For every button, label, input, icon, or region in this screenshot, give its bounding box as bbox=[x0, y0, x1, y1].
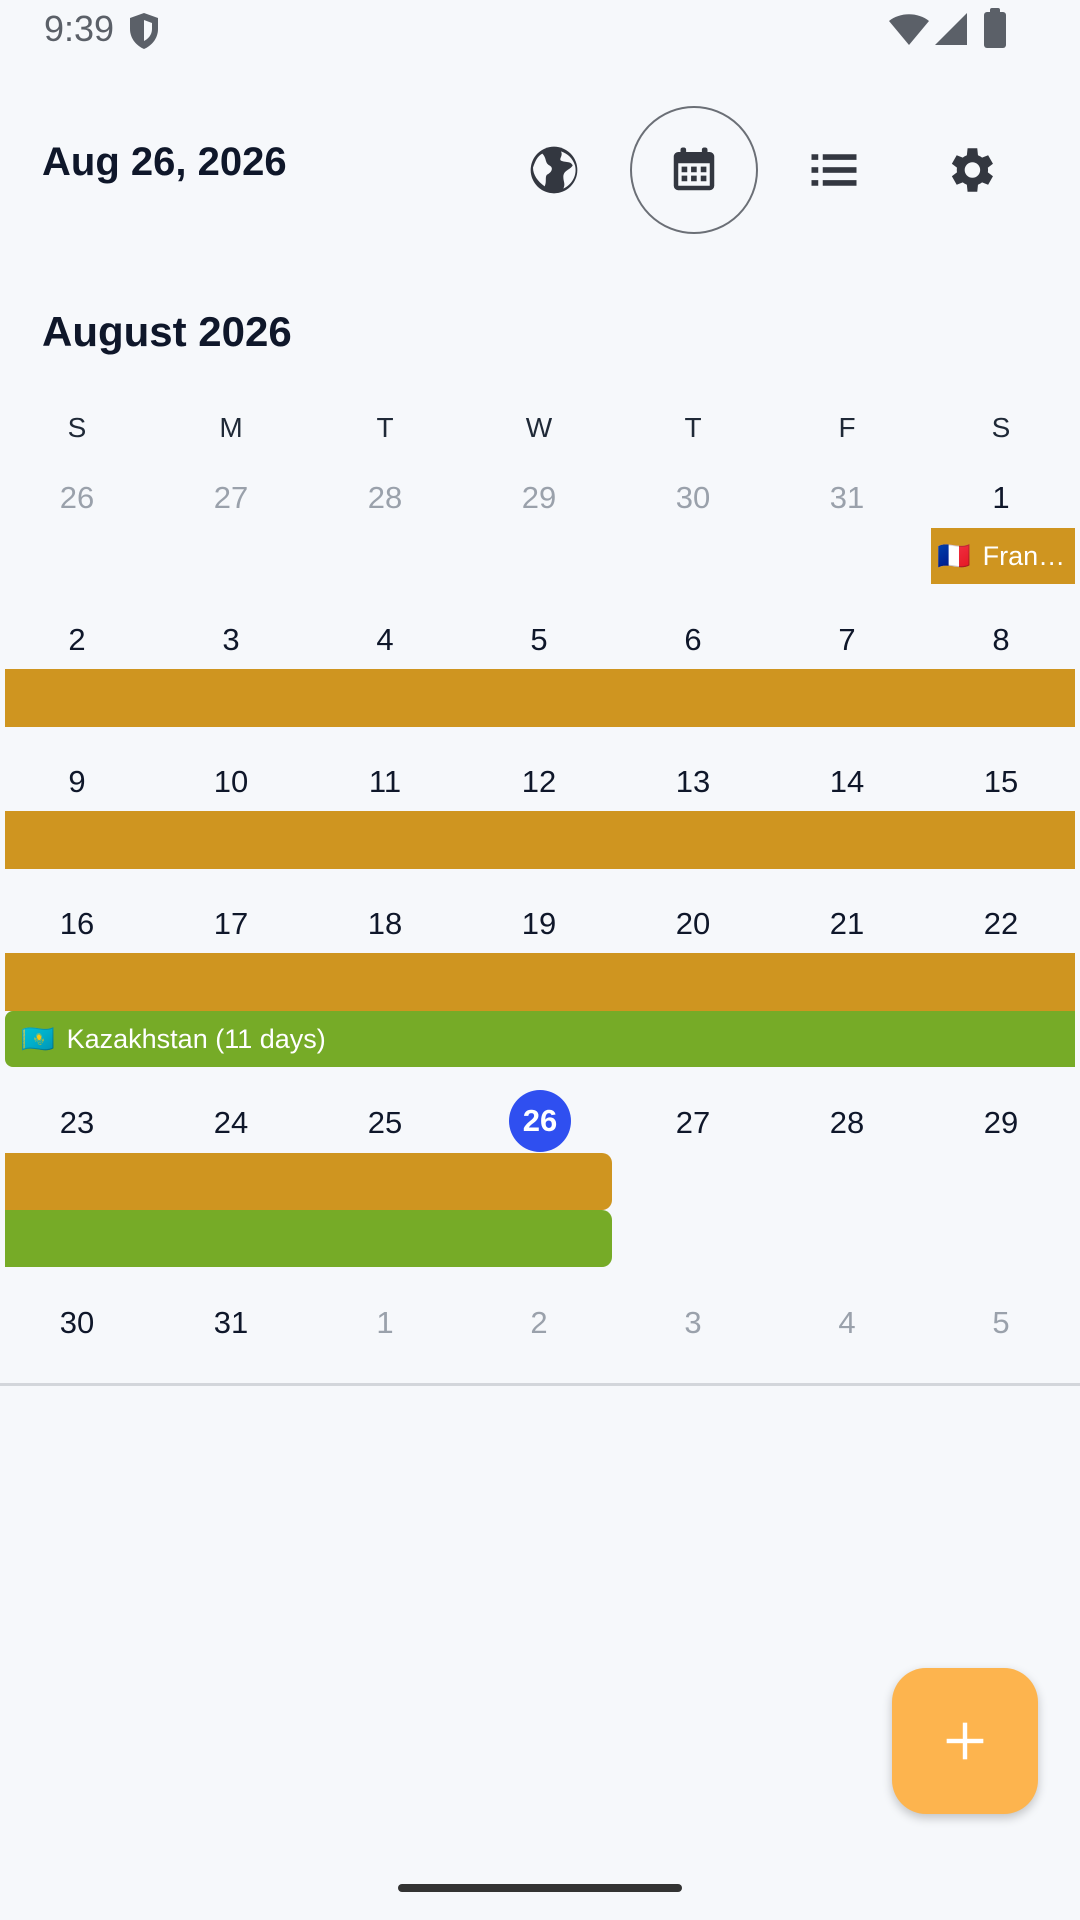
calendar-day[interactable]: 26 bbox=[0, 480, 154, 516]
calendar-day[interactable]: 31 bbox=[770, 480, 924, 516]
calendar-day[interactable]: 4 bbox=[770, 1305, 924, 1341]
calendar-day[interactable]: 2 bbox=[0, 622, 154, 658]
calendar-day[interactable]: 31 bbox=[154, 1305, 308, 1341]
calendar-day[interactable]: 14 bbox=[770, 764, 924, 800]
calendar-day[interactable]: 23 bbox=[0, 1105, 154, 1141]
calendar-day[interactable]: 25 bbox=[308, 1105, 462, 1141]
calendar-day[interactable]: 20 bbox=[616, 906, 770, 942]
weekday-label: F bbox=[838, 412, 856, 443]
calendar-day[interactable]: 27 bbox=[616, 1105, 770, 1141]
calendar-day[interactable]: 8 bbox=[924, 622, 1078, 658]
calendar-day[interactable]: 7 bbox=[770, 622, 924, 658]
wifi-icon bbox=[889, 14, 929, 45]
event-bar-france[interactable] bbox=[5, 1153, 612, 1210]
calendar-day[interactable]: 4 bbox=[308, 622, 462, 658]
calendar-day[interactable]: 15 bbox=[924, 764, 1078, 800]
status-time: 9:39 bbox=[44, 8, 115, 49]
france-flag-icon: 🇫🇷 bbox=[937, 541, 971, 571]
calendar-day[interactable]: 1 bbox=[924, 480, 1078, 516]
calendar-day[interactable]: 24 bbox=[154, 1105, 308, 1141]
shield-icon bbox=[130, 13, 158, 49]
signal-icon bbox=[935, 13, 967, 45]
calendar-day[interactable]: 1 bbox=[308, 1305, 462, 1341]
today-indicator[interactable]: 26 bbox=[509, 1090, 571, 1152]
calendar-day[interactable]: 28 bbox=[770, 1105, 924, 1141]
calendar-day[interactable]: 13 bbox=[616, 764, 770, 800]
calendar-day[interactable]: 6 bbox=[616, 622, 770, 658]
event-bar-france[interactable] bbox=[5, 953, 1075, 1011]
weekday-label: T bbox=[376, 412, 394, 443]
event-bar-france[interactable] bbox=[5, 811, 1075, 869]
header-date: Aug 26, 2026 bbox=[42, 140, 287, 184]
event-bar-france[interactable]: 🇫🇷 Fran… bbox=[931, 528, 1075, 584]
kazakhstan-flag-icon: 🇰🇿 bbox=[21, 1024, 55, 1054]
calendar-day[interactable]: 11 bbox=[308, 764, 462, 800]
calendar-day[interactable]: 29 bbox=[924, 1105, 1078, 1141]
event-label: Kazakhstan (11 days) bbox=[66, 1023, 326, 1054]
calendar-day[interactable]: 3 bbox=[154, 622, 308, 658]
calendar-day[interactable]: 9 bbox=[0, 764, 154, 800]
list-icon bbox=[811, 154, 857, 186]
calendar-day[interactable]: 21 bbox=[770, 906, 924, 942]
settings-button[interactable] bbox=[906, 106, 1034, 234]
calendar-day[interactable]: 27 bbox=[154, 480, 308, 516]
divider bbox=[0, 1383, 1080, 1386]
calendar-day[interactable]: 29 bbox=[462, 480, 616, 516]
calendar-day[interactable]: 16 bbox=[0, 906, 154, 942]
event-bar-france[interactable] bbox=[5, 669, 1075, 727]
weekday-label: S bbox=[991, 412, 1011, 443]
event-bar-kazakhstan[interactable]: 🇰🇿 Kazakhstan (11 days) bbox=[5, 1011, 1075, 1067]
calendar-day[interactable]: 18 bbox=[308, 906, 462, 942]
plus-icon bbox=[946, 1722, 984, 1760]
calendar-day[interactable]: 3 bbox=[616, 1305, 770, 1341]
gear-icon bbox=[951, 148, 993, 192]
weekday-label: W bbox=[525, 412, 553, 443]
weekday-label: S bbox=[67, 412, 87, 443]
calendar-day[interactable]: 5 bbox=[462, 622, 616, 658]
globe-button[interactable] bbox=[490, 106, 618, 234]
calendar-day[interactable]: 2 bbox=[462, 1305, 616, 1341]
add-trip-button[interactable] bbox=[892, 1668, 1038, 1814]
calendar-day[interactable]: 12 bbox=[462, 764, 616, 800]
list-view-button[interactable] bbox=[770, 106, 898, 234]
calendar-day[interactable]: 22 bbox=[924, 906, 1078, 942]
calendar-day[interactable]: 30 bbox=[0, 1305, 154, 1341]
calendar-day[interactable]: 5 bbox=[924, 1305, 1078, 1341]
calendar-day[interactable]: 19 bbox=[462, 906, 616, 942]
event-label: Fran… bbox=[982, 540, 1066, 571]
calendar-day[interactable]: 30 bbox=[616, 480, 770, 516]
weekday-label: M bbox=[219, 412, 243, 443]
month-title: August 2026 bbox=[42, 308, 292, 355]
event-bar-kazakhstan[interactable] bbox=[5, 1210, 612, 1267]
calendar-day[interactable]: 10 bbox=[154, 764, 308, 800]
battery-icon bbox=[984, 8, 1006, 48]
calendar-view-button[interactable] bbox=[630, 106, 758, 234]
calendar-day[interactable]: 17 bbox=[154, 906, 308, 942]
weekday-label: T bbox=[684, 412, 702, 443]
globe-icon bbox=[530, 146, 578, 194]
calendar-icon bbox=[673, 147, 715, 191]
home-indicator[interactable] bbox=[398, 1884, 682, 1892]
calendar-day[interactable]: 28 bbox=[308, 480, 462, 516]
